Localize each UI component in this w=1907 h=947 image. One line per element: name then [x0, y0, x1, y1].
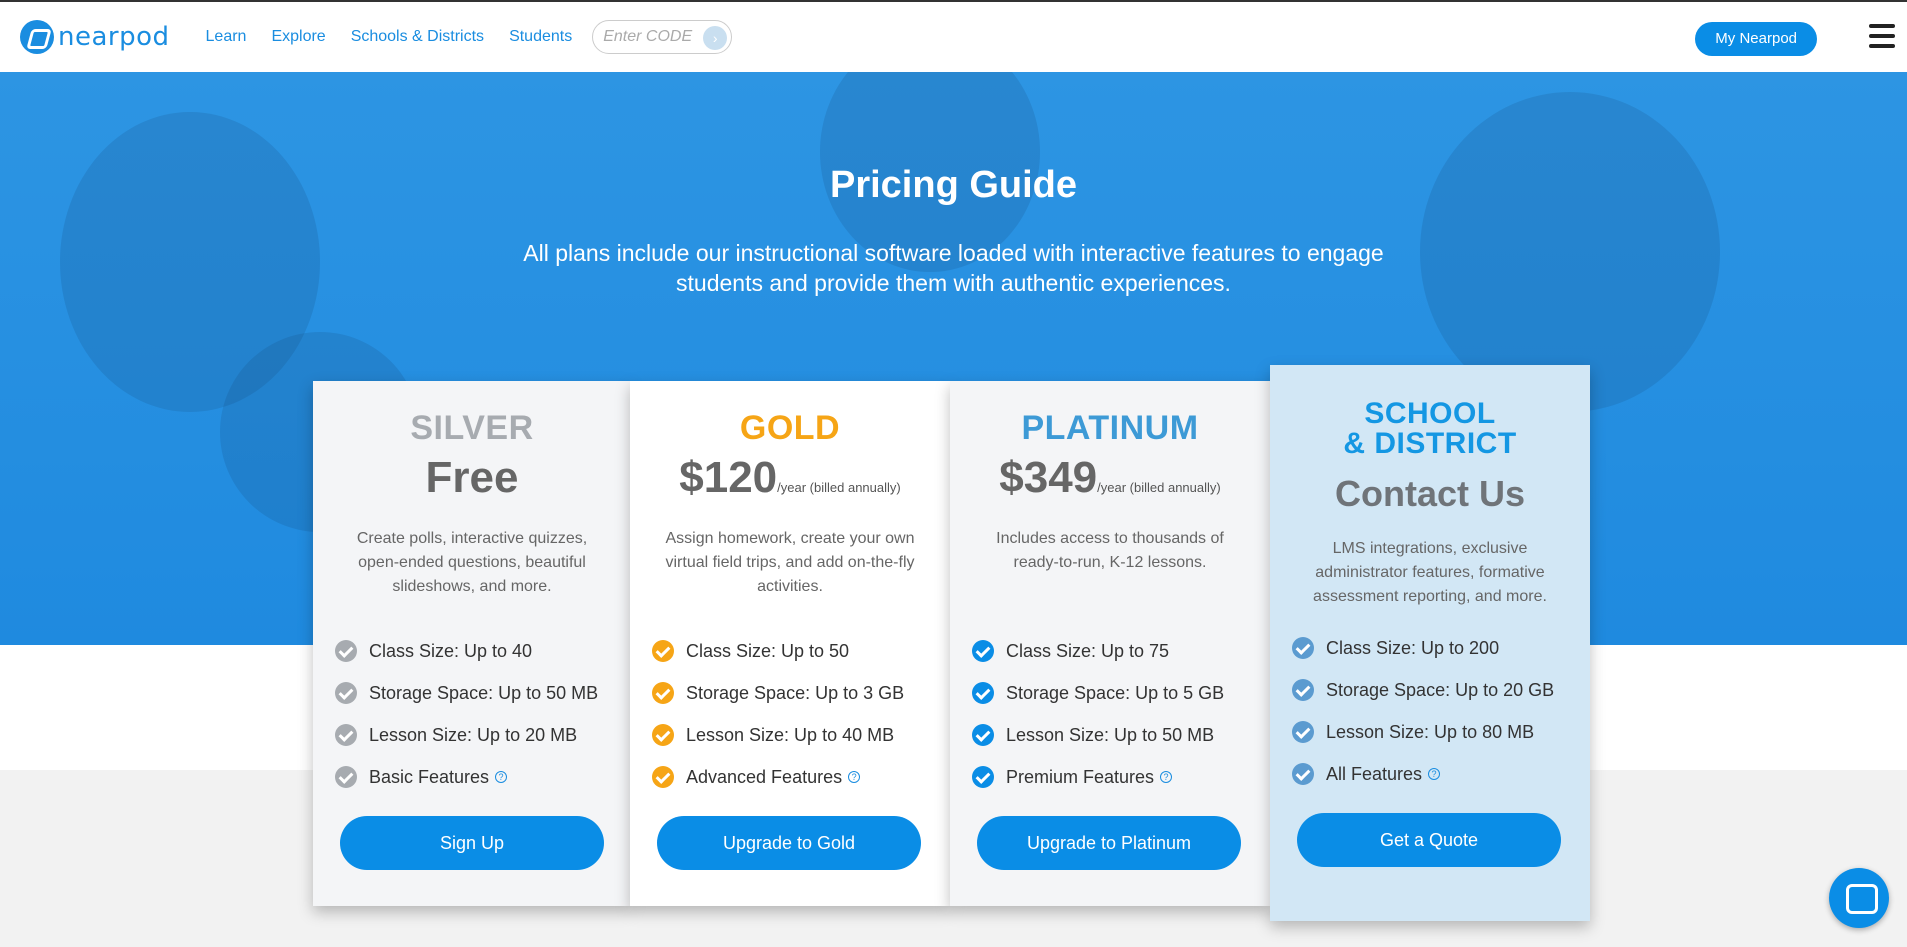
check-icon [335, 640, 357, 662]
background-photo-shape [1420, 92, 1720, 412]
brand-name: nearpod [58, 22, 170, 52]
check-icon [1292, 763, 1314, 785]
check-icon [652, 766, 674, 788]
plan-tier: PLATINUM [1021, 409, 1199, 447]
nav-learn[interactable]: Learn [206, 28, 247, 46]
check-icon [335, 766, 357, 788]
feature-list: Class Size: Up to 200 Storage Space: Up … [1292, 627, 1554, 795]
check-icon [652, 724, 674, 746]
plan-card-platinum: PLATINUM $349/year (billed annually) Inc… [950, 381, 1270, 906]
check-icon [335, 682, 357, 704]
nearpod-logo-icon [20, 20, 54, 54]
check-icon [1292, 721, 1314, 743]
top-nav: nearpod Learn Explore Schools & District… [0, 0, 1907, 72]
feature-item: Class Size: Up to 50 [652, 630, 904, 672]
plan-price: Free [425, 453, 519, 502]
plan-description: Assign homework, create your own virtual… [665, 530, 915, 595]
plan-price: $120/year (billed annually) [679, 453, 901, 502]
feature-list: Class Size: Up to 40 Storage Space: Up t… [335, 630, 598, 798]
code-entry: › [592, 20, 733, 54]
feature-item: Class Size: Up to 200 [1292, 627, 1554, 669]
nav-explore[interactable]: Explore [271, 28, 325, 46]
feature-item: Lesson Size: Up to 20 MB [335, 714, 598, 756]
plan-description: Includes access to thousands of ready-to… [996, 530, 1224, 571]
check-icon [1292, 679, 1314, 701]
feature-item: Class Size: Up to 40 [335, 630, 598, 672]
check-icon [972, 766, 994, 788]
page-subtitle: All plans include our instructional soft… [523, 240, 1384, 296]
main-nav: Learn Explore Schools & Districts Studen… [206, 28, 573, 46]
nav-schools-districts[interactable]: Schools & Districts [351, 28, 484, 46]
page-title: Pricing Guide [829, 164, 1078, 206]
plan-description: LMS integrations, exclusive administrato… [1313, 540, 1547, 605]
chat-icon[interactable] [1829, 868, 1889, 928]
upgrade-to-platinum-button[interactable]: Upgrade to Platinum [977, 816, 1241, 870]
plan-price: $349/year (billed annually) [999, 453, 1221, 502]
get-a-quote-button[interactable]: Get a Quote [1297, 813, 1561, 867]
feature-item: Class Size: Up to 75 [972, 630, 1224, 672]
feature-item: Lesson Size: Up to 50 MB [972, 714, 1224, 756]
hamburger-menu-icon[interactable] [1869, 24, 1895, 48]
plan-card-school-district: SCHOOL & DISTRICT Contact Us LMS integra… [1270, 365, 1590, 921]
plan-card-gold: GOLD $120/year (billed annually) Assign … [630, 381, 950, 906]
check-icon [652, 640, 674, 662]
plan-tier: SCHOOL & DISTRICT [1343, 397, 1517, 460]
feature-item: Premium Features? [972, 756, 1224, 798]
price-note: /year (billed annually) [1097, 480, 1221, 495]
help-icon[interactable]: ? [1428, 768, 1441, 780]
feature-list: Class Size: Up to 50 Storage Space: Up t… [652, 630, 904, 798]
feature-item: Advanced Features? [652, 756, 904, 798]
plan-tier: GOLD [739, 409, 841, 447]
nearpod-logo[interactable]: nearpod [20, 20, 170, 54]
help-icon[interactable]: ? [848, 771, 861, 783]
check-icon [335, 724, 357, 746]
feature-list: Class Size: Up to 75 Storage Space: Up t… [972, 630, 1224, 798]
plan-tier: SILVER [410, 409, 534, 447]
feature-item: Storage Space: Up to 20 GB [1292, 669, 1554, 711]
plan-card-silver: SILVER Free Create polls, interactive qu… [313, 381, 631, 906]
code-input[interactable] [603, 28, 704, 46]
feature-item: Lesson Size: Up to 80 MB [1292, 711, 1554, 753]
check-icon [652, 682, 674, 704]
my-nearpod-button[interactable]: My Nearpod [1695, 22, 1817, 56]
check-icon [972, 640, 994, 662]
nav-students[interactable]: Students [509, 28, 572, 46]
help-icon[interactable]: ? [1160, 771, 1173, 783]
upgrade-to-gold-button[interactable]: Upgrade to Gold [657, 816, 921, 870]
check-icon [972, 682, 994, 704]
feature-item: Storage Space: Up to 50 MB [335, 672, 598, 714]
check-icon [1292, 637, 1314, 659]
arrow-right-icon[interactable]: › [703, 26, 728, 50]
feature-item: Lesson Size: Up to 40 MB [652, 714, 904, 756]
feature-item: Basic Features? [335, 756, 598, 798]
sign-up-button[interactable]: Sign Up [340, 816, 604, 870]
price-note: /year (billed annually) [777, 480, 901, 495]
feature-item: All Features? [1292, 753, 1554, 795]
help-icon[interactable]: ? [495, 771, 508, 783]
feature-item: Storage Space: Up to 3 GB [652, 672, 904, 714]
check-icon [972, 724, 994, 746]
plan-description: Create polls, interactive quizzes, open-… [356, 530, 588, 595]
feature-item: Storage Space: Up to 5 GB [972, 672, 1224, 714]
plan-price: Contact Us [1334, 473, 1526, 514]
